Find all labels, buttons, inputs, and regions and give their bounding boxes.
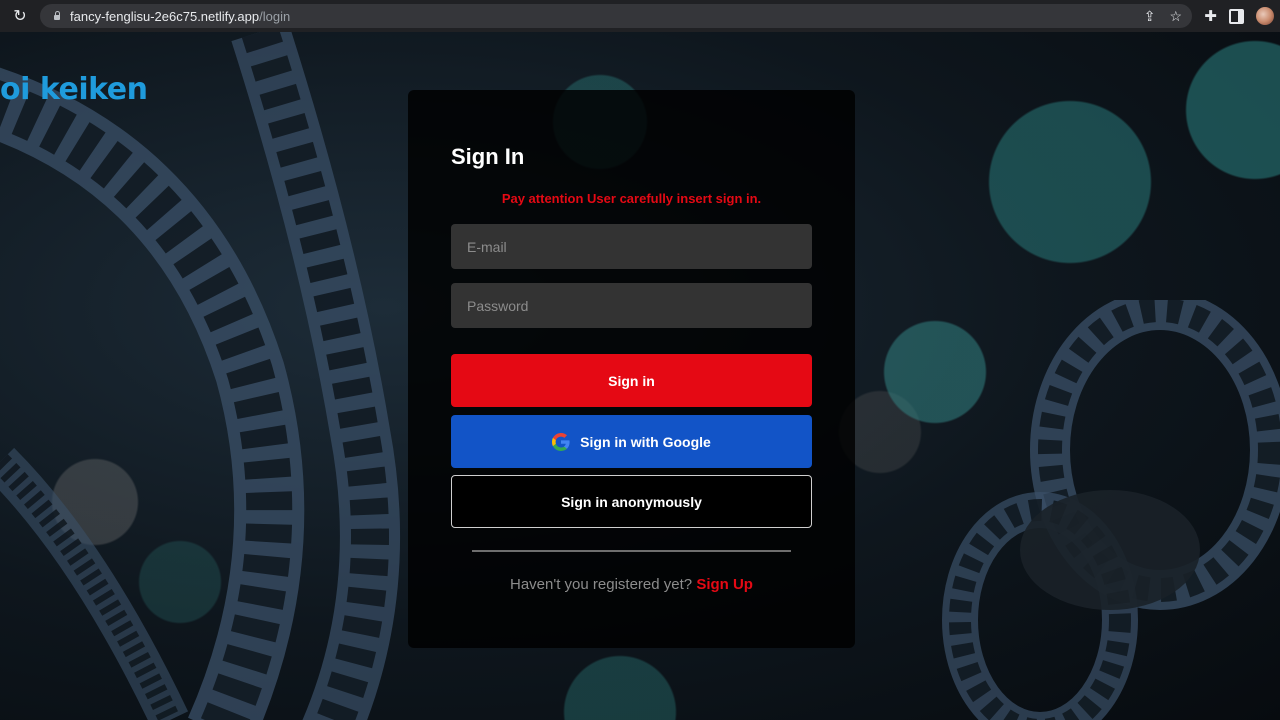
- side-panel-icon[interactable]: [1229, 8, 1244, 24]
- lock-icon[interactable]: [52, 11, 62, 21]
- extensions-puzzle-icon[interactable]: ✚: [1204, 7, 1217, 25]
- share-icon[interactable]: ⇪: [1144, 8, 1156, 25]
- signup-link[interactable]: Sign Up: [696, 576, 753, 593]
- google-icon: [552, 432, 570, 451]
- email-field[interactable]: [451, 224, 812, 269]
- film-strip-left-decoration: [0, 32, 400, 720]
- anonymous-signin-label: Sign in anonymously: [561, 493, 702, 510]
- anonymous-signin-button[interactable]: Sign in anonymously: [451, 475, 812, 528]
- register-prompt-text: Haven't you registered yet?: [510, 576, 693, 593]
- password-field[interactable]: [451, 283, 812, 328]
- login-page-background: oi keiken Sign In Pay attention User car…: [0, 32, 1280, 720]
- warning-message: Pay attention User carefully insert sign…: [501, 191, 762, 206]
- reload-icon[interactable]: ↻: [0, 0, 40, 32]
- site-logo[interactable]: oi keiken: [0, 72, 148, 107]
- register-prompt: Haven't you registered yet? Sign Up: [408, 576, 855, 593]
- google-signin-button[interactable]: Sign in with Google: [451, 415, 812, 468]
- signin-button[interactable]: Sign in: [451, 354, 812, 407]
- url-path: /login: [259, 8, 291, 24]
- browser-toolbar: ↻ fancy-fenglisu-2e6c75.netlify.app/logi…: [0, 0, 1280, 32]
- bookmark-star-icon[interactable]: ☆: [1169, 8, 1182, 25]
- profile-avatar[interactable]: [1256, 7, 1274, 25]
- address-bar[interactable]: fancy-fenglisu-2e6c75.netlify.app/login …: [40, 4, 1192, 28]
- signin-button-label: Sign in: [608, 372, 655, 389]
- google-signin-label: Sign in with Google: [580, 433, 711, 450]
- url-text[interactable]: fancy-fenglisu-2e6c75.netlify.app/login: [70, 9, 290, 24]
- signin-card: Sign In Pay attention User carefully ins…: [408, 90, 855, 648]
- url-host: fancy-fenglisu-2e6c75.netlify.app: [70, 8, 260, 24]
- page-title: Sign In: [451, 144, 525, 169]
- divider: [472, 550, 791, 552]
- film-reel-right-decoration: [942, 300, 1280, 720]
